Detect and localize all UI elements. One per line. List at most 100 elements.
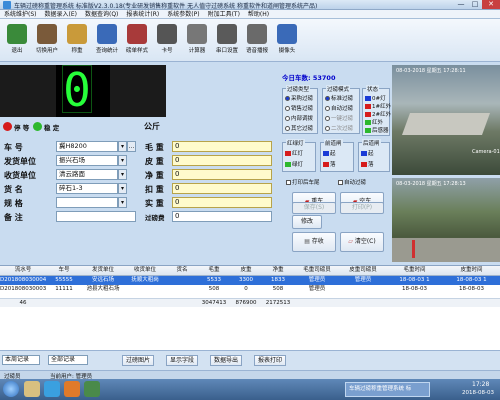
menu-report[interactable]: 报表统计(R): [122, 10, 163, 19]
col-header[interactable]: 皮重司磅员: [340, 266, 386, 275]
col-header[interactable]: 毛重: [198, 266, 230, 275]
goods-input[interactable]: 碎石1-3: [56, 183, 118, 194]
col-header[interactable]: 毛重司磅员: [294, 266, 340, 275]
app-icon[interactable]: [84, 381, 100, 397]
weigh-mode-standard[interactable]: 标准过磅: [325, 94, 353, 102]
weigh-image-button[interactable]: 过磅图片: [122, 355, 155, 366]
explorer-icon[interactable]: [24, 381, 40, 397]
today-count: 今日车数: 53700: [282, 74, 336, 82]
query-button[interactable]: 查询统计: [93, 22, 121, 60]
card-icon: [157, 24, 177, 44]
option-label: 销售过磅: [291, 106, 314, 112]
calculator-button[interactable]: 计算器: [183, 22, 211, 60]
col-header[interactable]: 车号: [46, 266, 82, 275]
period-select[interactable]: 本周记录: [2, 355, 40, 365]
front-gate-down-button[interactable]: 落: [323, 160, 336, 168]
col-header[interactable]: 皮重: [230, 266, 262, 275]
col-header[interactable]: 毛重时间: [386, 266, 443, 275]
cell: 55555: [55, 277, 73, 283]
weigh-mode-onekey[interactable]: 一键过磅: [325, 114, 353, 122]
exit-button[interactable]: 退出: [3, 22, 31, 60]
camera-label: Camera-01: [472, 149, 500, 155]
print-tail-checkbox[interactable]: 打印后车尾: [286, 178, 320, 186]
receiver-input[interactable]: 清云路面: [56, 169, 118, 180]
auto-weigh-checkbox[interactable]: 自动过磅: [338, 178, 366, 186]
table-header: 流水号 车号 发货单位 收货单位 货名 毛重 皮重 净重 毛重司磅员 皮重司磅员…: [0, 266, 500, 276]
window-title: 车辆过磅称重管理系统 标准版V2.3.0.18(专业研发销售称重软件 无人值守过…: [14, 3, 318, 10]
browser-icon[interactable]: [44, 381, 60, 397]
front-gate-up-button[interactable]: 起: [323, 149, 336, 157]
serial-port-button[interactable]: 串口设置: [213, 22, 241, 60]
taskbar: 车辆过磅称重管理系统 标 17:28 2018-08-03: [0, 379, 500, 400]
menu-help[interactable]: 帮助(H): [244, 10, 273, 19]
col-header[interactable]: 流水号: [0, 266, 46, 275]
record-table: 流水号 车号 发货单位 收货单位 货名 毛重 皮重 净重 毛重司磅员 皮重司磅员…: [0, 265, 500, 350]
close-button[interactable]: ✕: [482, 0, 500, 9]
save-button[interactable]: 保存(S): [292, 202, 336, 214]
red-light-button[interactable]: 红灯: [285, 149, 303, 157]
card-button[interactable]: 卡号: [153, 22, 181, 60]
maximize-button[interactable]: □: [468, 0, 482, 9]
clear-button[interactable]: ▱ 清空(C): [340, 232, 384, 252]
serial-port-icon: [217, 24, 237, 44]
minimize-button[interactable]: —: [454, 0, 468, 9]
col-header[interactable]: 净重: [262, 266, 294, 275]
start-button-icon[interactable]: [3, 381, 19, 397]
plate-input[interactable]: 冀H8200: [56, 141, 118, 152]
menu-entry[interactable]: 数据录入(E): [41, 10, 81, 19]
media-icon[interactable]: [64, 381, 80, 397]
export-button[interactable]: 数据导出: [210, 355, 243, 366]
stock-button[interactable]: ▤ 存收: [292, 232, 336, 252]
plate-more-button[interactable]: …: [127, 141, 136, 152]
col-header[interactable]: 收货单位: [124, 266, 166, 275]
receiver-dropdown-button[interactable]: ▾: [118, 169, 127, 180]
green-light-button[interactable]: 绿灯: [285, 160, 303, 168]
tare-value: 0: [172, 155, 272, 166]
taskbar-app-button[interactable]: 车辆过磅称重管理系统 标: [345, 382, 430, 397]
plate-dropdown-button[interactable]: ▾: [118, 141, 127, 152]
gate-down-icon: [361, 162, 367, 167]
menu-tools[interactable]: 附加工具(T): [204, 10, 244, 19]
remark-input[interactable]: [56, 211, 136, 222]
display-fields-button[interactable]: 显示字段: [166, 355, 199, 366]
display-right-panel: [110, 65, 166, 117]
weigh-mode-auto[interactable]: 自动过磅: [325, 104, 353, 112]
ticket-style-button[interactable]: 磅单样式: [123, 22, 151, 60]
spec-input[interactable]: [56, 197, 118, 208]
cell: 管理员: [354, 277, 372, 283]
weigh-mode-second[interactable]: 二次过磅: [325, 124, 353, 132]
weigh-type-internal[interactable]: 内部调拨: [285, 114, 313, 122]
spec-dropdown-button[interactable]: ▾: [118, 197, 127, 208]
menu-query[interactable]: 数据查询(Q): [81, 10, 122, 19]
option-label: 一键过磅: [331, 116, 354, 122]
red-light-icon: [285, 151, 291, 156]
voice-button[interactable]: 语音播报: [243, 22, 271, 60]
col-header[interactable]: 货名: [166, 266, 198, 275]
shipper-dropdown-button[interactable]: ▾: [118, 155, 127, 166]
toolbar-label: 串口设置: [215, 48, 238, 54]
disk-icon: ▤: [304, 238, 312, 245]
report-print-button[interactable]: 报表打印: [254, 355, 287, 366]
col-header[interactable]: 皮重时间: [443, 266, 500, 275]
cell: 抚顺大粗岗: [131, 277, 159, 283]
table-row[interactable]: D201808030004 55555 安远石场 抚顺大粗岗 5533 3300…: [0, 276, 500, 285]
goods-dropdown-button[interactable]: ▾: [118, 183, 127, 194]
camera-button[interactable]: 摄像头: [273, 22, 301, 60]
table-row[interactable]: D201808030003 11111 池县大粗石场 508 0 508 管理员…: [0, 285, 500, 294]
weigh-type-other[interactable]: 其它过磅: [285, 124, 313, 132]
menu-params[interactable]: 系统参数(P): [163, 10, 203, 19]
rear-gate-down-button[interactable]: 落: [361, 160, 374, 168]
shipper-input[interactable]: 振兴石场: [56, 155, 118, 166]
weigh-button[interactable]: 称重: [63, 22, 91, 60]
weigh-type-sale[interactable]: 销售过磅: [285, 104, 313, 112]
menu-system[interactable]: 系统维护(S): [0, 10, 41, 19]
switch-user-button[interactable]: 切换用户: [33, 22, 61, 60]
filter-select[interactable]: 全部记录: [48, 355, 88, 365]
gate-post: [412, 240, 415, 258]
toolbar-label: 语音播报: [245, 48, 268, 54]
print-button[interactable]: 打印(P): [340, 202, 384, 214]
modify-button[interactable]: 修改: [292, 215, 322, 229]
col-header[interactable]: 发货单位: [82, 266, 124, 275]
rear-gate-up-button[interactable]: 起: [361, 149, 374, 157]
weigh-type-purchase[interactable]: 采购过磅: [285, 94, 313, 102]
